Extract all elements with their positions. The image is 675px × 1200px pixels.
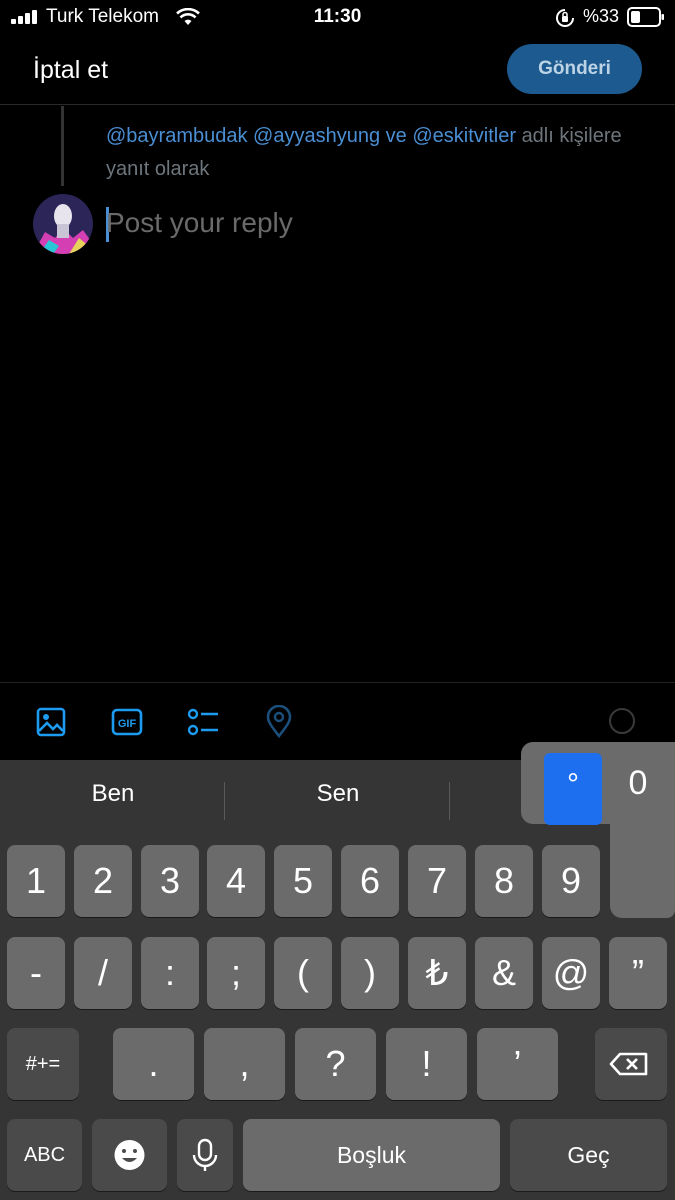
mention-link[interactable]: @eskitvitler — [412, 125, 516, 147]
battery-icon — [627, 7, 664, 27]
avatar[interactable] — [33, 194, 93, 254]
key[interactable]: : — [141, 937, 199, 1009]
send-button[interactable]: Gönderi — [507, 44, 642, 94]
key[interactable]: ) — [341, 937, 399, 1009]
delete-key[interactable] — [595, 1028, 667, 1100]
cancel-button[interactable]: İptal et — [33, 56, 108, 85]
key[interactable]: , — [204, 1028, 285, 1100]
key[interactable]: 5 — [274, 845, 332, 917]
key[interactable]: ; — [207, 937, 265, 1009]
key[interactable]: ! — [386, 1028, 467, 1100]
reply-input[interactable]: Post your reply — [106, 207, 293, 239]
backspace-icon — [609, 1052, 648, 1076]
popup-zero-key[interactable]: 0 — [605, 764, 671, 803]
status-bar: Turk Telekom 11:30 %33 — [0, 0, 675, 36]
gif-icon[interactable]: GIF — [110, 705, 144, 739]
key[interactable]: 2 — [74, 845, 132, 917]
poll-icon[interactable] — [186, 705, 220, 739]
rotation-lock-icon — [556, 9, 574, 27]
suggestion-divider — [449, 782, 450, 820]
replying-to: @bayrambudak @ayyashyung ve @eskitvitler… — [106, 120, 646, 186]
mention-link[interactable]: @ayyashyung — [253, 125, 380, 147]
key[interactable]: 4 — [207, 845, 265, 917]
dictation-key[interactable] — [177, 1119, 233, 1191]
key[interactable]: . — [113, 1028, 194, 1100]
key[interactable]: 1 — [7, 845, 65, 917]
gif-label: GIF — [118, 718, 137, 730]
key[interactable]: 3 — [141, 845, 199, 917]
mention-connector: ve — [385, 125, 407, 147]
abc-key[interactable]: ABC — [7, 1119, 82, 1191]
key[interactable]: 8 — [475, 845, 533, 917]
key[interactable]: - — [7, 937, 65, 1009]
character-counter-ring — [609, 708, 635, 734]
compose-header: İptal et Gönderi — [0, 36, 675, 105]
microphone-icon — [192, 1138, 218, 1171]
key[interactable]: @ — [542, 937, 600, 1009]
image-icon[interactable] — [34, 705, 68, 739]
key[interactable]: 7 — [408, 845, 466, 917]
key[interactable]: 9 — [542, 845, 600, 917]
location-icon[interactable] — [262, 705, 296, 739]
key[interactable]: ? — [295, 1028, 376, 1100]
key[interactable]: 6 — [341, 845, 399, 917]
space-key[interactable]: Boşluk — [243, 1119, 500, 1191]
thread-line — [61, 106, 64, 186]
battery-percent: %33 — [583, 6, 620, 26]
suggestion-divider — [224, 782, 225, 820]
key[interactable]: ” — [609, 937, 667, 1009]
mention-link[interactable]: @bayrambudak — [106, 125, 247, 147]
key[interactable]: ( — [274, 937, 332, 1009]
key[interactable]: & — [475, 937, 533, 1009]
key[interactable]: / — [74, 937, 132, 1009]
symbols-toggle-key[interactable]: #+= — [7, 1028, 79, 1100]
emoji-icon — [114, 1140, 145, 1170]
key[interactable]: ’ — [477, 1028, 558, 1100]
emoji-key[interactable] — [92, 1119, 167, 1191]
popup-degree-key[interactable]: ° — [544, 753, 602, 825]
suggestion-word[interactable]: Sen — [238, 780, 438, 808]
key[interactable]: ₺ — [408, 937, 466, 1009]
return-key[interactable]: Geç — [510, 1119, 667, 1191]
suggestion-word[interactable]: Ben — [13, 780, 213, 808]
